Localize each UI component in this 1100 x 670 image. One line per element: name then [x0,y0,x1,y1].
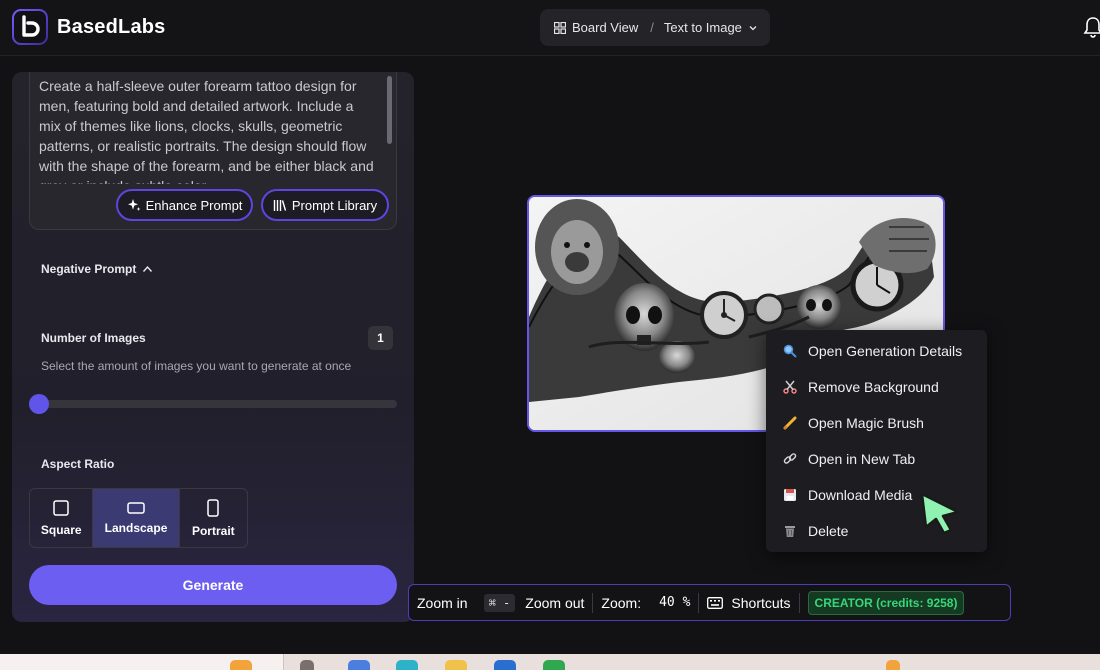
prompt-library-label: Prompt Library [291,197,378,213]
edge-icon[interactable] [396,660,418,670]
keyboard-icon [707,596,724,609]
mouse-cursor-icon [920,492,960,535]
shortcuts-button[interactable]: Shortcuts [707,594,791,611]
aspect-landscape-option[interactable]: Landscape [93,489,180,547]
plan-credits-badge: CREATOR (credits: 9258) [807,590,965,615]
portrait-shape-icon [207,498,220,517]
menu-open-generation-details[interactable]: Open Generation Details [782,340,982,362]
landscape-shape-icon [127,501,145,514]
menu-item-label: Download Media [808,487,913,503]
trash-icon [782,523,798,539]
file-explorer-icon[interactable] [445,660,467,670]
number-of-images-label: Number of Images [41,331,146,345]
image-count-badge: 1 [368,326,393,350]
os-taskbar [0,654,1100,670]
breadcrumb: Board View / Text to Image [540,9,770,46]
image-count-slider-handle[interactable] [29,394,49,414]
toolbar-divider [798,592,800,613]
menu-item-label: Open Generation Details [808,343,963,359]
menu-item-label: Remove Background [808,379,939,395]
whatsapp-icon[interactable] [543,660,565,670]
prompt-scrollbar[interactable] [387,76,392,176]
aspect-portrait-label: Portrait [191,523,235,538]
aspect-landscape-label: Landscape [104,520,168,535]
zoom-out-shortcut-key: ⌘ - [483,593,516,612]
square-shape-icon [53,499,69,516]
brush-icon [782,415,798,431]
logo-b-icon [22,15,40,37]
breadcrumb-separator: / [650,20,654,35]
aspect-ratio-selector: Square Landscape Portrait [29,488,248,548]
store-icon[interactable] [494,660,516,670]
app-logo[interactable] [12,9,48,45]
settings-panel: Create a half-sleeve outer forearm tatto… [12,72,414,622]
text-to-image-dropdown[interactable]: Text to Image [664,20,742,35]
browser-icon[interactable] [348,660,370,670]
menu-item-label: Delete [808,523,849,539]
aspect-portrait-option[interactable]: Portrait [180,489,247,547]
zoom-toolbar: Zoom in ⌘ - Zoom out Zoom: 40 % Shortcut… [408,584,1011,621]
menu-open-in-new-tab[interactable]: Open in New Tab [782,448,982,470]
magnifier-icon [782,343,798,359]
menu-open-magic-brush[interactable]: Open Magic Brush [782,412,982,434]
zoom-level: Zoom: 40 % [601,595,690,611]
negative-prompt-toggle[interactable]: Negative Prompt [41,262,153,276]
menu-remove-background[interactable]: Remove Background [782,376,982,398]
zoom-in-label: Zoom in [417,594,468,611]
aspect-square-option[interactable]: Square [30,489,94,547]
prompt-scroll-thumb[interactable] [387,76,392,144]
sparkle-icon [127,199,141,211]
top-header: BasedLabs Board View / Text to Image [0,0,1100,56]
prompt-library-button[interactable]: Prompt Library [261,189,389,221]
floppy-disk-icon [782,487,798,503]
toolbar-divider [592,592,594,613]
enhance-prompt-label: Enhance Prompt [145,197,243,213]
toolbar-divider [698,592,700,613]
board-view-link[interactable]: Board View [572,20,638,35]
zoom-value: 40 % [659,595,691,610]
prompt-text[interactable]: Create a half-sleeve outer forearm tatto… [39,76,379,184]
zoom-out-label: Zoom out [525,594,585,611]
task-view-icon[interactable] [300,660,314,670]
chevron-up-icon [143,265,153,272]
brand-name: BasedLabs [57,16,166,38]
image-count-slider[interactable] [30,400,397,408]
library-books-icon [273,199,287,211]
aspect-square-label: Square [40,522,82,537]
aspect-ratio-label: Aspect Ratio [41,457,115,471]
generate-button[interactable]: Generate [29,565,397,605]
board-grid-icon [554,21,566,34]
scissors-icon [782,379,798,395]
negative-prompt-label: Negative Prompt [41,262,137,276]
zoom-out-button[interactable]: ⌘ - Zoom out [483,593,585,612]
prompt-input[interactable]: Create a half-sleeve outer forearm tatto… [29,72,397,230]
zoom-label: Zoom: [601,594,642,611]
widget-icon[interactable] [230,660,252,670]
menu-item-label: Open Magic Brush [808,415,924,431]
shortcuts-label: Shortcuts [731,594,791,611]
notification-bell-icon[interactable] [1083,16,1100,38]
enhance-prompt-button[interactable]: Enhance Prompt [116,189,253,221]
zoom-in-button[interactable]: Zoom in [417,595,468,611]
weather-icon[interactable] [886,660,900,670]
number-of-images-helper: Select the amount of images you want to … [41,359,352,373]
chevron-down-icon[interactable] [748,23,758,33]
menu-item-label: Open in New Tab [808,451,916,467]
link-icon [782,451,798,467]
